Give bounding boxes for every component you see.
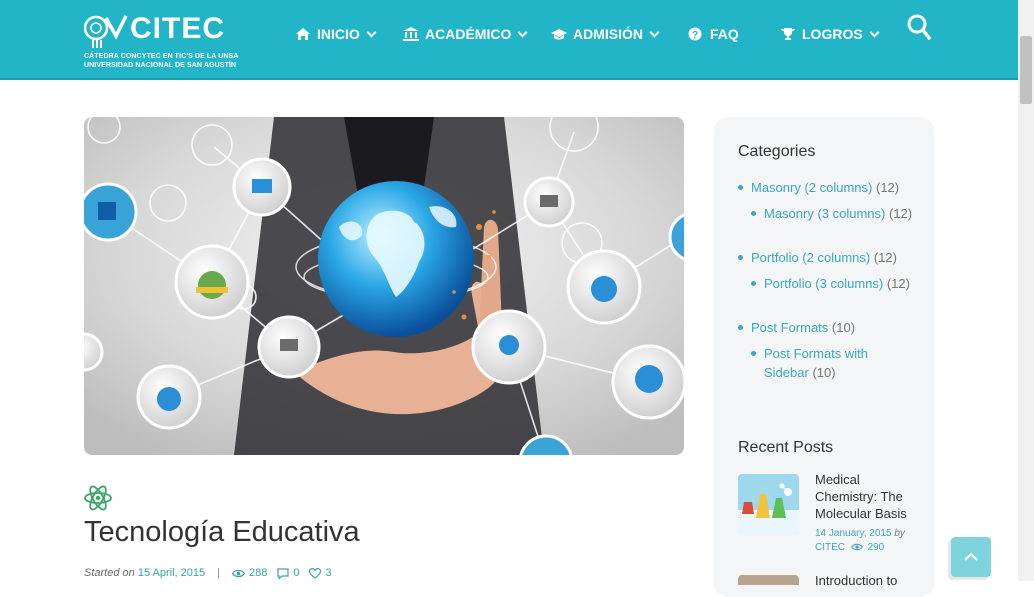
back-to-top-button[interactable] <box>951 537 991 577</box>
nav-label: LOGROS <box>802 26 863 42</box>
category-item[interactable]: Post Formats (10) <box>738 318 921 337</box>
nav-item-logros[interactable]: LOGROS <box>780 26 880 42</box>
chevron-down-icon <box>366 27 377 37</box>
page-scrollbar[interactable] <box>1018 0 1034 581</box>
globe-network-illustration <box>84 117 684 455</box>
likes-count[interactable]: 3 <box>309 567 332 579</box>
category-count: (10) <box>812 365 836 380</box>
recent-posts-heading: Recent Posts <box>738 439 834 456</box>
views-count: 288 <box>231 567 268 579</box>
bullet-icon <box>751 281 756 286</box>
bullet-icon <box>738 185 743 190</box>
by-label: by <box>894 528 905 539</box>
comments-count[interactable]: 0 <box>277 567 299 579</box>
logo-mark-icon <box>84 15 128 48</box>
nav-label: FAQ <box>710 26 739 42</box>
post-title[interactable]: Tecnología Educativa <box>84 516 360 549</box>
category-count: (12) <box>889 206 913 221</box>
nav-item-admision[interactable]: ADMISIÓN <box>551 26 660 42</box>
logo-wordmark: CITEC <box>130 12 225 45</box>
scrollbar-thumb[interactable] <box>1020 36 1032 104</box>
nav-item-academico[interactable]: ACADÉMICO <box>403 26 528 42</box>
category-link[interactable]: Portfolio (3 columns) <box>764 276 883 291</box>
logo-subtitle-line2: UNIVERSIDAD NACIONAL DE SAN AGUSTÍN <box>84 62 237 69</box>
post-date[interactable]: 15 April, 2015 <box>138 567 205 579</box>
category-item[interactable]: Post Formats with Sidebar (10) <box>751 344 894 382</box>
home-icon <box>296 28 310 40</box>
eye-icon <box>850 544 863 551</box>
category-item[interactable]: Portfolio (3 columns) (12) <box>751 274 914 293</box>
category-count: (12) <box>873 250 897 265</box>
meta-separator: | <box>217 567 220 579</box>
lab-flasks-image <box>738 474 799 534</box>
logo-subtitle-line1: CÁTEDRA CONCYTEC EN TIC'S DE LA UNSA <box>84 53 239 60</box>
atom-icon <box>84 485 112 511</box>
recent-post-title[interactable]: Medical Chemistry: The Molecular Basis <box>815 471 915 522</box>
eye-icon <box>231 569 245 577</box>
svg-text:?: ? <box>692 30 698 41</box>
trophy-icon <box>781 28 795 40</box>
recent-post-date[interactable]: 14 January, 2015 <box>815 528 892 539</box>
category-link[interactable]: Post Formats <box>751 320 828 335</box>
bullet-icon <box>751 351 756 356</box>
site-logo[interactable]: CITEC CÁTEDRA CONCYTEC EN TIC'S DE LA UN… <box>84 12 244 70</box>
recent-post-views: 290 <box>867 542 885 553</box>
nav-label: ACADÉMICO <box>425 26 512 42</box>
chevron-down-icon <box>517 27 528 37</box>
recent-post-meta: 14 January, 2015 by CITEC 290 <box>815 527 925 555</box>
nav-item-faq[interactable]: ? FAQ <box>688 26 739 42</box>
post-meta: Started on 15 April, 2015 | 288 0 3 <box>84 567 342 579</box>
nav-label: INICIO <box>317 26 360 42</box>
search-icon[interactable] <box>907 14 931 40</box>
category-count: (10) <box>831 320 856 335</box>
category-item[interactable]: Masonry (3 columns) (12) <box>751 204 914 223</box>
category-link[interactable]: Masonry (3 columns) <box>764 206 885 221</box>
category-item[interactable]: Masonry (2 columns) (12) <box>738 178 921 197</box>
bullet-icon <box>738 255 743 260</box>
likes-value: 3 <box>325 567 332 579</box>
chevron-up-icon <box>964 552 978 561</box>
comments-value: 0 <box>293 567 300 579</box>
site-header: CITEC CÁTEDRA CONCYTEC EN TIC'S DE LA UN… <box>0 0 1018 80</box>
chevron-down-icon <box>869 27 880 37</box>
category-count: (12) <box>886 276 910 291</box>
graduation-cap-icon <box>551 29 567 40</box>
recent-post-thumbnail[interactable] <box>738 474 799 534</box>
comment-icon <box>277 567 289 579</box>
nav-label: ADMISIÓN <box>573 26 643 42</box>
started-label: Started on <box>84 567 135 579</box>
heart-icon <box>309 567 322 579</box>
categories-heading: Categories <box>738 143 816 160</box>
recent-post-author[interactable]: CITEC <box>815 542 845 553</box>
bank-icon <box>403 27 419 41</box>
views-value: 288 <box>248 567 268 579</box>
bullet-icon <box>738 325 743 330</box>
post-featured-image[interactable] <box>84 117 684 455</box>
category-item[interactable]: Portfolio (2 columns) (12) <box>738 248 926 267</box>
logo-subtitle: CÁTEDRA CONCYTEC EN TIC'S DE LA UNSA UNI… <box>84 52 238 70</box>
recent-post-thumbnail[interactable] <box>738 575 799 585</box>
question-circle-icon: ? <box>688 27 702 41</box>
bullet-icon <box>751 211 756 216</box>
chevron-down-icon <box>649 27 660 37</box>
nav-item-inicio[interactable]: INICIO <box>295 26 377 42</box>
category-count: (12) <box>876 180 900 195</box>
sidebar: Categories Masonry (2 columns) (12) Maso… <box>714 117 934 597</box>
category-link[interactable]: Masonry (2 columns) <box>751 180 872 195</box>
category-link[interactable]: Portfolio (2 columns) <box>751 250 870 265</box>
